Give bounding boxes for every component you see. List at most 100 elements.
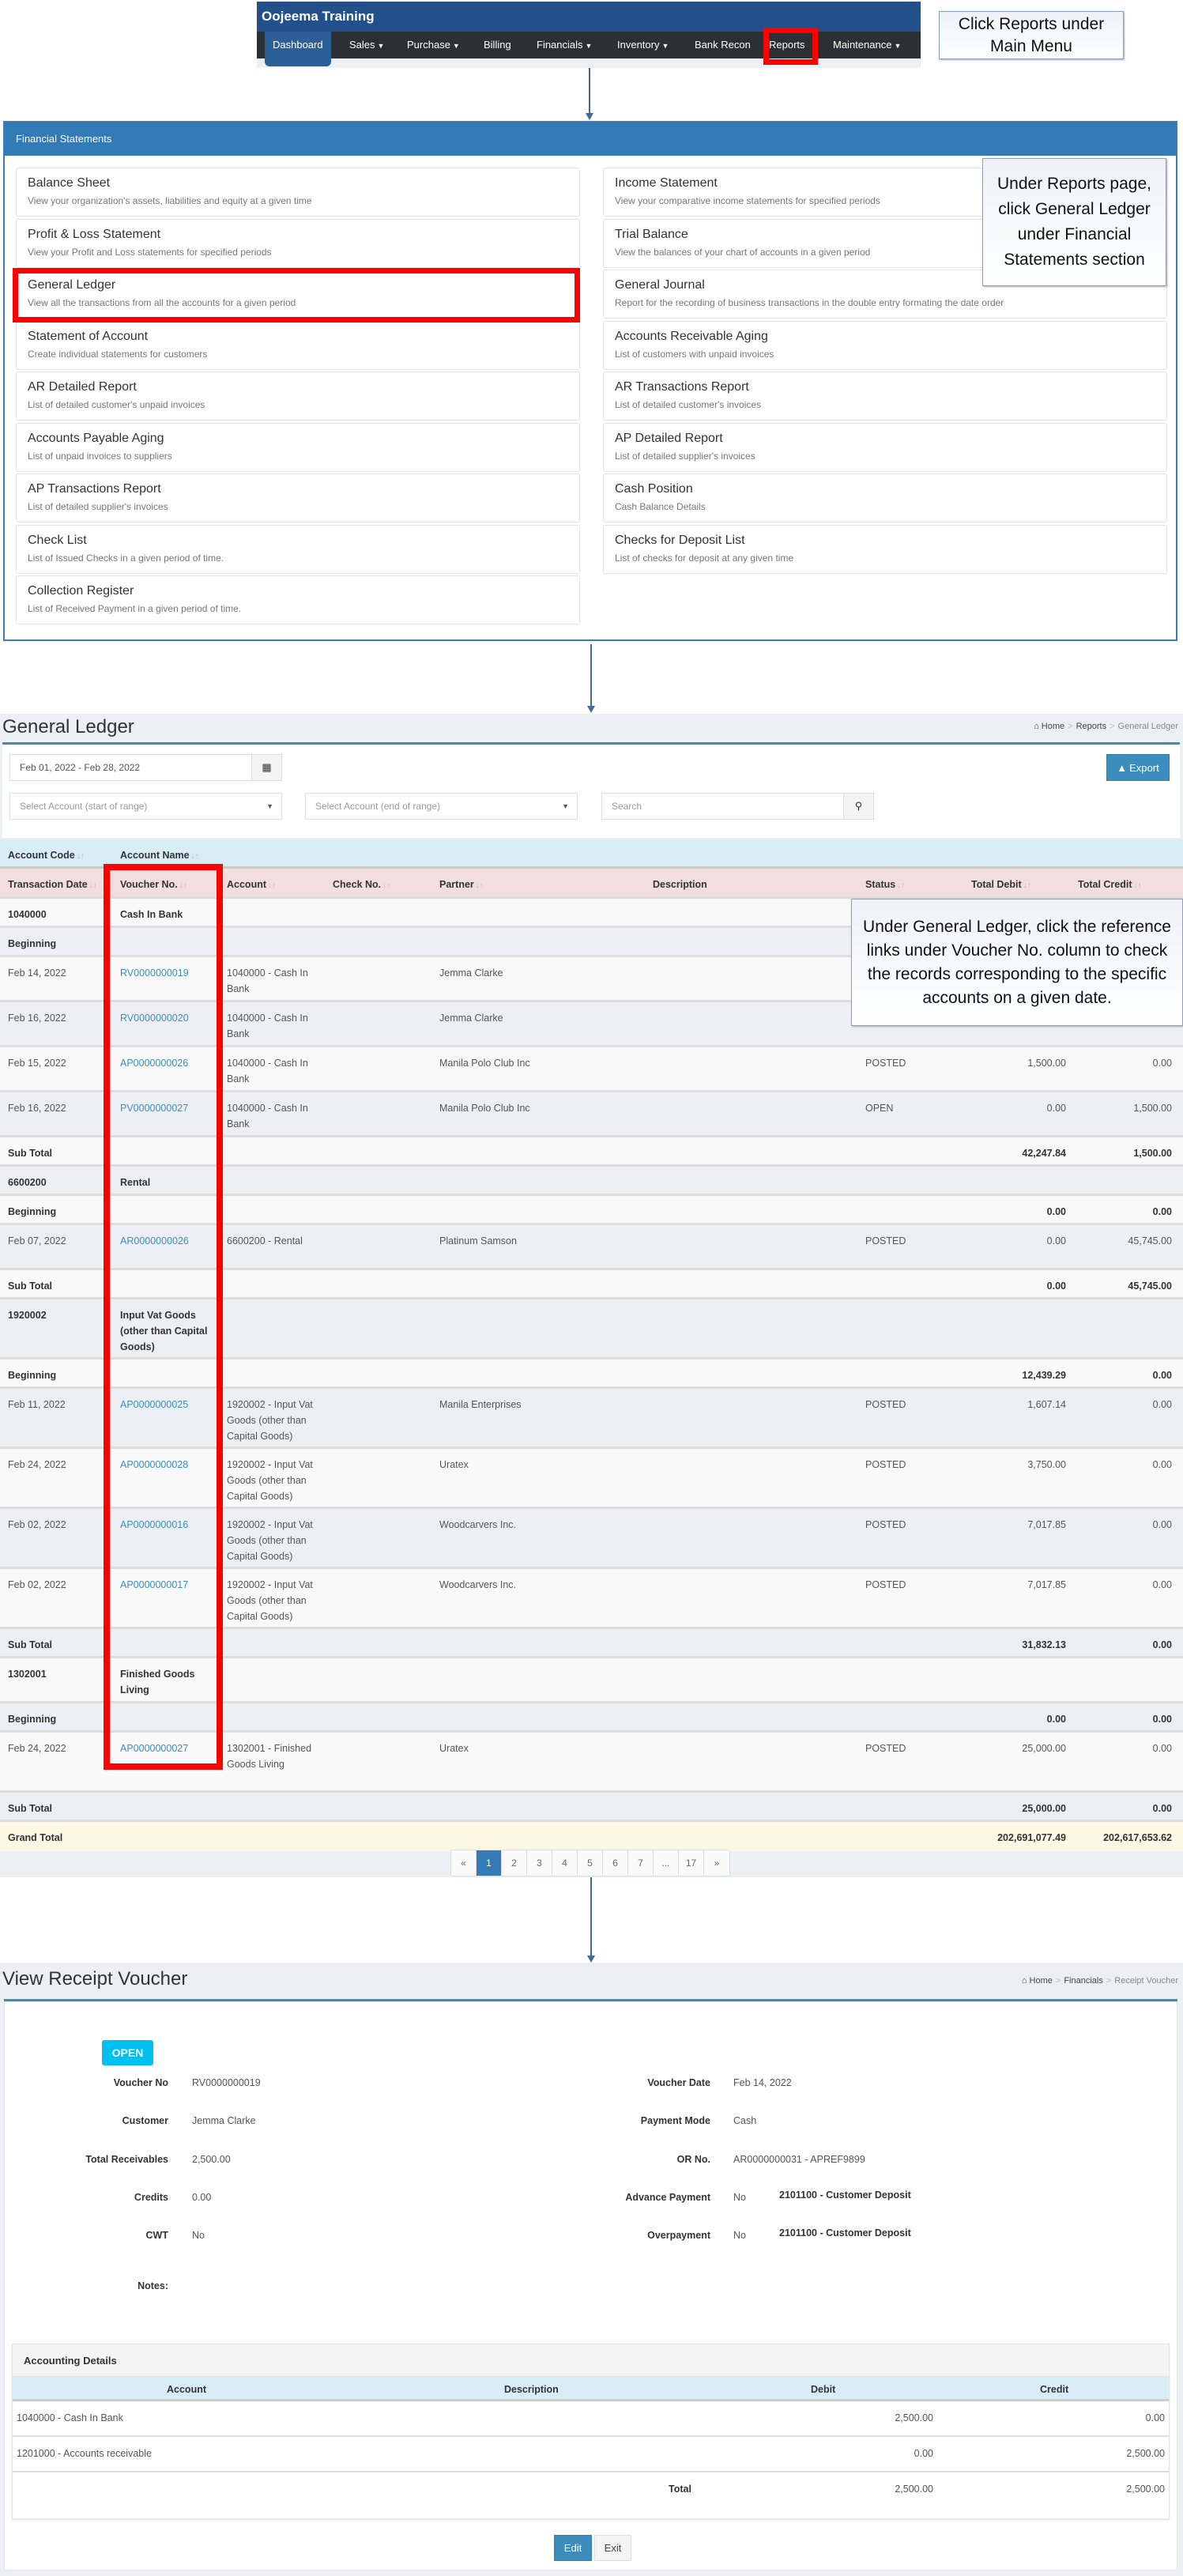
export-button[interactable]: ▲ Export	[1106, 754, 1170, 781]
col-description[interactable]: Description	[653, 877, 707, 892]
account-end-select[interactable]: Select Account (end of range) ▼	[305, 793, 578, 820]
report-title[interactable]: Accounts Receivable Aging	[615, 330, 1155, 344]
pager-page[interactable]: 1	[477, 1850, 502, 1876]
nav-financials[interactable]: Financials ▼	[537, 32, 592, 58]
col-account-code[interactable]: Account Code ↓↑	[8, 847, 85, 865]
sort-icon[interactable]: ↓↑	[897, 881, 905, 890]
nav-maintenance[interactable]: Maintenance ▼	[833, 32, 901, 58]
col-status[interactable]: Status ↓↑	[865, 877, 905, 894]
transaction-date: Feb 15, 2022	[8, 1058, 66, 1069]
nav-bank-recon[interactable]: Bank Recon	[695, 32, 751, 58]
breadcrumb-home[interactable]: Home	[1042, 722, 1064, 731]
subtotal-debit: 31,832.13	[1022, 1639, 1066, 1650]
sort-icon[interactable]: ↓↑	[382, 881, 390, 890]
account: 1920002 - Input Vat Goods (other than Ca…	[227, 1579, 313, 1622]
accounting-header-row: Account Description Debit Credit	[13, 2377, 1169, 2401]
report-title[interactable]: Statement of Account	[28, 330, 568, 344]
pager-next[interactable]: »	[704, 1850, 729, 1876]
report-title[interactable]: Accounts Payable Aging	[28, 432, 568, 446]
calendar-icon[interactable]: ▦	[251, 755, 281, 780]
grand-label: Grand Total	[8, 1832, 63, 1843]
pager-page[interactable]: 7	[628, 1850, 654, 1876]
breadcrumb: ⌂ Home > Financials > Receipt Voucher	[1021, 1976, 1178, 1986]
report-collection-register[interactable]: Collection Register List of Received Paym…	[16, 575, 580, 624]
report-description: Report for the recording of business tra…	[615, 297, 1004, 308]
subtotal-debit: 0.00	[1046, 1280, 1066, 1292]
pager-page[interactable]: 3	[527, 1850, 552, 1876]
breadcrumb-reports[interactable]: Reports	[1076, 722, 1107, 731]
sort-icon[interactable]: ↓↑	[89, 881, 97, 890]
search-input[interactable]: Search ⚲	[601, 793, 874, 820]
report-description: List of detailed customer's unpaid invoi…	[28, 399, 205, 410]
chevron-down-icon: ▼	[562, 802, 569, 810]
caret-down-icon: ▼	[661, 42, 669, 50]
report-title[interactable]: Collection Register	[28, 584, 568, 598]
account: 1040000 - Cash In Bank	[227, 1058, 308, 1084]
pager-page[interactable]: 6	[603, 1850, 628, 1876]
col-partner[interactable]: Partner ↓↑	[439, 877, 484, 894]
account-start-select[interactable]: Select Account (start of range) ▼	[9, 793, 282, 820]
report-title[interactable]: Balance Sheet	[28, 176, 568, 190]
report-ap-detailed-report[interactable]: AP Detailed Report List of detailed suppl…	[603, 422, 1167, 472]
search-icon[interactable]: ⚲	[843, 794, 873, 819]
accounting-row: 1201000 - Accounts receivable 0.00 2,500.0…	[13, 2437, 1169, 2472]
beginning-label: Beginning	[8, 1370, 57, 1381]
report-title[interactable]: AR Detailed Report	[28, 380, 568, 394]
report-ar-transactions-report[interactable]: AR Transactions Report List of detailed c…	[603, 372, 1167, 421]
nav-purchase[interactable]: Purchase ▼	[407, 32, 460, 58]
edit-button[interactable]: Edit	[554, 2535, 592, 2561]
subtotal-credit: 45,745.00	[1128, 1280, 1172, 1292]
subtotal-label: Sub Total	[8, 1803, 53, 1814]
col-total-debit[interactable]: Total Debit ↓↑	[971, 877, 1031, 894]
report-title[interactable]: AP Detailed Report	[615, 432, 1155, 446]
col-check-no[interactable]: Check No. ↓↑	[333, 877, 390, 894]
sort-icon[interactable]: ↓↑	[1023, 881, 1031, 890]
report-check-list[interactable]: Check List List of Issued Checks in a giv…	[16, 524, 580, 574]
total-debit: 1,607.14	[1027, 1399, 1066, 1410]
col-transaction-date[interactable]: Transaction Date ↓↑	[8, 877, 97, 894]
report-checks-for-deposit-list[interactable]: Checks for Deposit List List of checks fo…	[603, 524, 1167, 574]
report-ap-transactions-report[interactable]: AP Transactions Report List of detailed s…	[16, 473, 580, 522]
sort-icon[interactable]: ↓↑	[268, 881, 276, 890]
report-profit-loss-statement[interactable]: Profit & Loss Statement View your Profit …	[16, 218, 580, 268]
date-range-input[interactable]: Feb 01, 2022 - Feb 28, 2022 ▦	[9, 754, 282, 781]
exit-button[interactable]: Exit	[594, 2535, 631, 2561]
pager-page[interactable]: ...	[654, 1850, 679, 1876]
report-description: List of detailed supplier's invoices	[28, 501, 168, 512]
nav-inventory[interactable]: Inventory ▼	[617, 32, 669, 58]
voucher-date-label: Voucher Date	[647, 2077, 710, 2088]
pager-page[interactable]: 5	[578, 1850, 603, 1876]
report-title[interactable]: Profit & Loss Statement	[28, 228, 568, 242]
breadcrumb-financials[interactable]: Financials	[1064, 1976, 1103, 1986]
pagination: «1 2 3 4 5 6 7... 17»	[450, 1850, 730, 1876]
report-statement-of-account[interactable]: Statement of Account Create individual st…	[16, 320, 580, 370]
report-balance-sheet[interactable]: Balance Sheet View your organization's as…	[16, 168, 580, 217]
partner: Woodcarvers Inc.	[439, 1579, 517, 1590]
report-cash-position[interactable]: Cash Position Cash Balance Details	[603, 473, 1167, 522]
breadcrumb-home[interactable]: Home	[1030, 1976, 1053, 1986]
report-title[interactable]: AP Transactions Report	[28, 482, 568, 496]
sort-icon[interactable]: ↓↑	[1134, 881, 1142, 890]
report-accounts-receivable-aging[interactable]: Accounts Receivable Aging List of custome…	[603, 320, 1167, 370]
flow-arrow-icon	[587, 1877, 595, 1963]
pager-page[interactable]: 2	[502, 1850, 527, 1876]
report-title[interactable]: AR Transactions Report	[615, 380, 1155, 394]
report-title[interactable]: Checks for Deposit List	[615, 534, 1155, 548]
report-title[interactable]: Check List	[28, 534, 568, 548]
col-total-credit[interactable]: Total Credit ↓↑	[1078, 877, 1142, 894]
pager-prev[interactable]: «	[451, 1850, 477, 1876]
report-accounts-payable-aging[interactable]: Accounts Payable Aging List of unpaid inv…	[16, 422, 580, 472]
nav-dashboard[interactable]: Dashboard	[265, 32, 331, 66]
pager-page[interactable]: 4	[552, 1850, 578, 1876]
nav-sales[interactable]: Sales ▼	[349, 32, 384, 58]
pager-page[interactable]: 17	[679, 1850, 704, 1876]
total-credit: 0.00	[1152, 1399, 1172, 1410]
nav-billing[interactable]: Billing	[484, 32, 511, 58]
sort-icon[interactable]: ↓↑	[476, 881, 484, 890]
report-title[interactable]: Cash Position	[615, 482, 1155, 496]
col-account[interactable]: Account ↓↑	[227, 877, 276, 894]
col-account-name[interactable]: Account Name ↓↑	[120, 847, 199, 865]
col-debit: Debit	[811, 2384, 836, 2395]
account: 1920002 - Input Vat Goods (other than Ca…	[227, 1399, 313, 1442]
report-ar-detailed-report[interactable]: AR Detailed Report List of detailed custo…	[16, 372, 580, 421]
